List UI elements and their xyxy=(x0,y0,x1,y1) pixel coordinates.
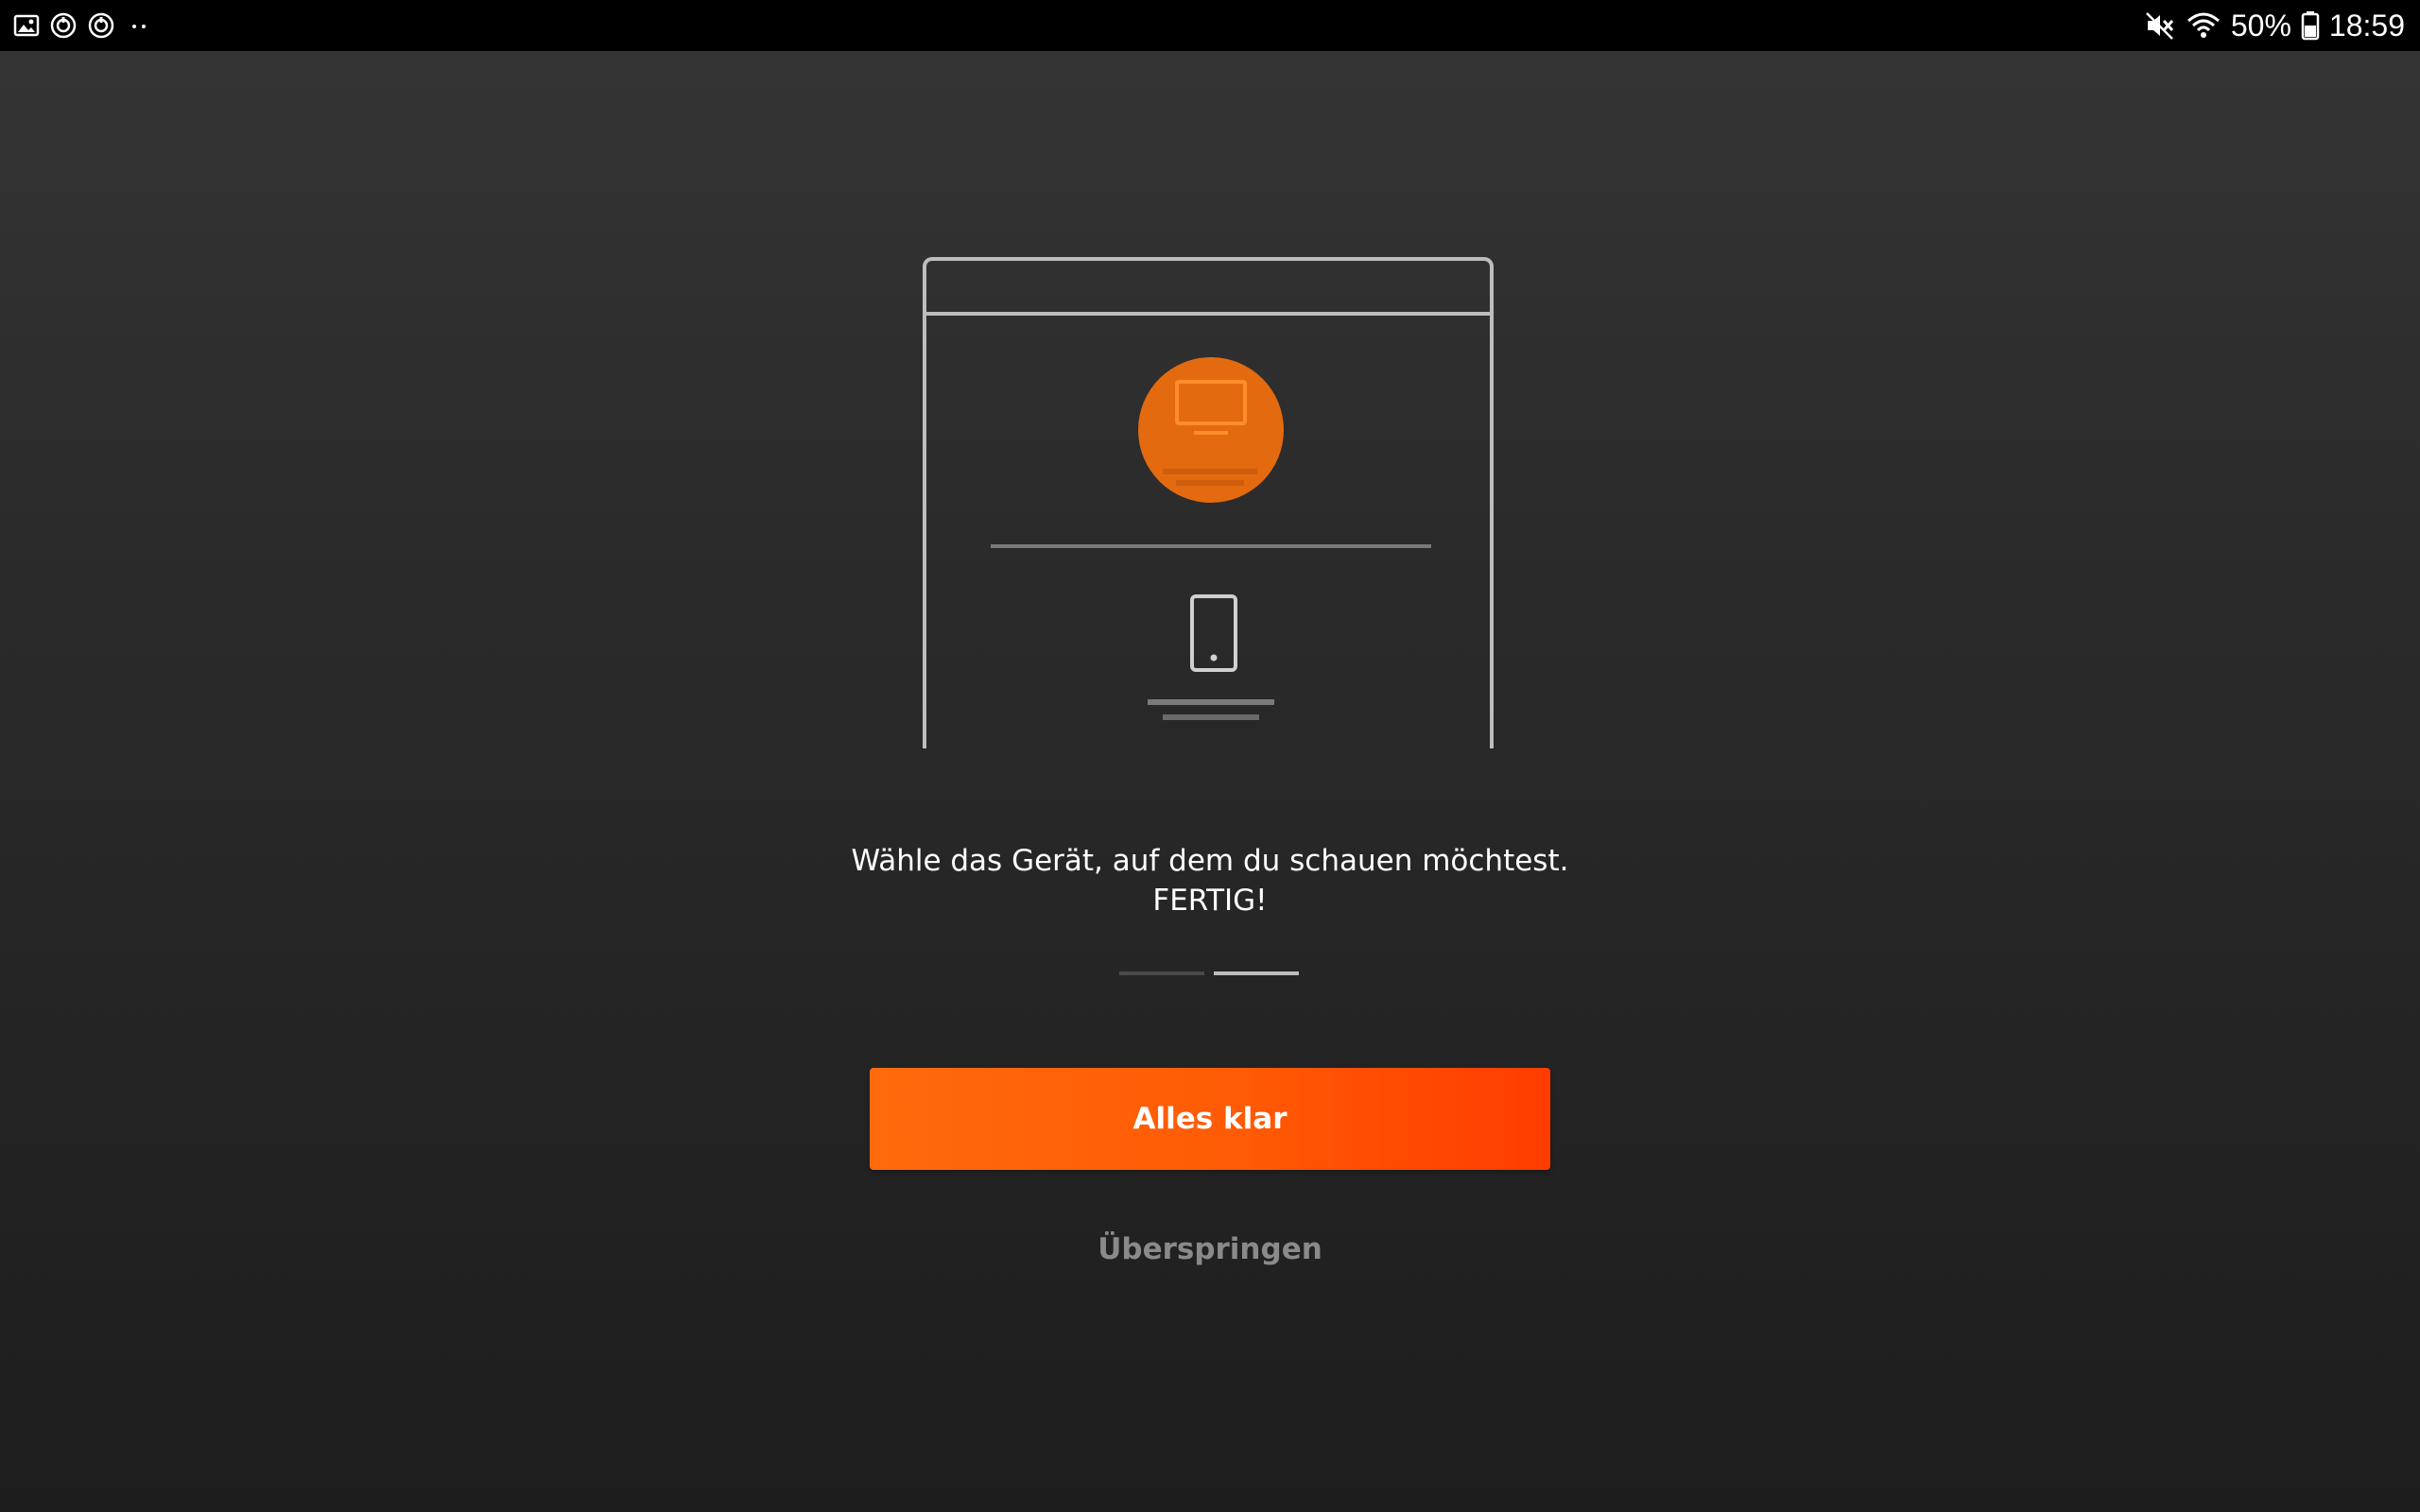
notification-icons xyxy=(13,9,153,42)
phone-caption-line xyxy=(1163,714,1259,720)
tv-caption-line xyxy=(1176,480,1244,486)
wifi-icon xyxy=(2186,9,2221,42)
page-indicator xyxy=(1119,971,1299,975)
tv-caption-line xyxy=(1163,469,1257,474)
mute-icon xyxy=(2144,9,2176,42)
frame-header-bar xyxy=(926,312,1490,316)
skip-button[interactable]: Überspringen xyxy=(1021,1232,1399,1266)
status-bar: 50% 18:59 xyxy=(0,0,2420,51)
phone-caption-line xyxy=(1148,699,1274,705)
screen-frame xyxy=(923,257,1494,748)
tv-device-circle xyxy=(1138,357,1284,503)
gallery-icon xyxy=(13,13,40,38)
sync-icon xyxy=(49,11,78,40)
clock: 18:59 xyxy=(2328,8,2405,43)
phone-icon xyxy=(1190,594,1237,672)
confirm-button[interactable]: Alles klar xyxy=(870,1068,1550,1170)
battery-percent: 50% xyxy=(2230,8,2291,43)
onboarding-message: Wähle das Gerät, auf dem du schauen möch… xyxy=(737,841,1683,920)
message-line: FERTIG! xyxy=(1152,884,1268,918)
message-line: Wähle das Gerät, auf dem du schauen möch… xyxy=(851,844,1569,878)
more-dots-icon xyxy=(125,11,153,40)
page-indicator-dot-active[interactable] xyxy=(1214,971,1299,975)
sync-icon xyxy=(87,11,115,40)
page-indicator-dot[interactable] xyxy=(1119,971,1204,975)
tv-icon xyxy=(1175,380,1247,435)
illustration-divider xyxy=(991,544,1431,548)
system-icons: 50% 18:59 xyxy=(2144,8,2405,43)
device-selection-illustration xyxy=(921,255,1499,748)
onboarding-screen: 50% 18:59 Wähle das Gerät, auf dem du sc… xyxy=(0,0,2420,1512)
battery-icon xyxy=(2301,10,2320,41)
